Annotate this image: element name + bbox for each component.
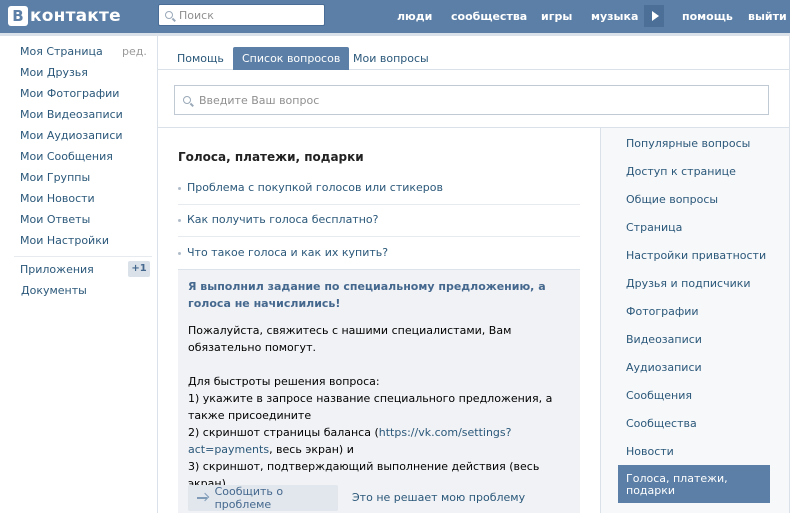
apps-badge[interactable]: +1 [128, 261, 150, 277]
answer-title[interactable]: Я выполнил задание по специальному предл… [188, 278, 568, 312]
play-icon[interactable] [644, 5, 664, 27]
sidebar-item-apps[interactable]: Приложения [20, 263, 94, 276]
left-sidebar: Моя Страница ред. Мои Друзья Мои Фотогра… [0, 36, 157, 513]
right-category-nav: Популярные вопросы Доступ к странице Общ… [600, 128, 789, 513]
sidebar-item-answers[interactable]: Мои Ответы [20, 213, 90, 226]
nav-help[interactable]: помощь [682, 10, 733, 23]
category-page-access[interactable]: Доступ к странице [626, 165, 736, 178]
category-audio[interactable]: Аудиозаписи [626, 361, 702, 374]
category-friends[interactable]: Друзья и подписчики [626, 277, 751, 290]
question-text: Как получить голоса бесплатно? [187, 213, 379, 226]
answer-step-1: 1) укажите в запросе название специально… [188, 392, 556, 422]
top-header: В контакте Поиск люди сообщества игры му… [0, 0, 790, 36]
question-text: Что такое голоса и как их купить? [187, 246, 389, 259]
category-news[interactable]: Новости [626, 445, 674, 458]
section-title: Голоса, платежи, подарки [178, 150, 364, 164]
category-privacy[interactable]: Настройки приватности [626, 249, 766, 262]
category-videos[interactable]: Видеозаписи [626, 333, 702, 346]
sidebar-divider [14, 256, 152, 257]
answer-step-2-suffix: , весь экран) и [269, 443, 354, 456]
sidebar-item-my-page[interactable]: Моя Страница [20, 45, 103, 58]
sidebar-item-documents[interactable]: Документы [21, 284, 87, 297]
answer-intro: Пожалуйста, свяжитесь с нашими специалис… [188, 324, 515, 354]
sidebar-item-groups[interactable]: Мои Группы [20, 171, 90, 184]
report-problem-button[interactable]: Сообщить о проблеме [188, 485, 338, 511]
sidebar-item-audio[interactable]: Мои Аудиозаписи [20, 129, 123, 142]
bullet-icon [178, 186, 181, 190]
category-popular[interactable]: Популярные вопросы [626, 137, 750, 150]
question-link[interactable]: Проблема с покупкой голосов или стикеров [178, 181, 580, 194]
question-link[interactable]: Что такое голоса и как их купить? [178, 246, 580, 259]
main-content: Голоса, платежи, подарки Проблема с поку… [158, 128, 600, 513]
arrow-right-icon [197, 497, 207, 499]
nav-logout[interactable]: выйти [748, 10, 787, 23]
vk-logo[interactable]: В контакте [8, 4, 121, 28]
report-button-label: Сообщить о проблеме [214, 485, 284, 511]
answer-body: Пожалуйста, свяжитесь с нашими специалис… [188, 322, 568, 492]
edit-link[interactable]: ред. [122, 45, 147, 58]
question-placeholder: Введите Ваш вопрос [199, 93, 320, 107]
sidebar-item-friends[interactable]: Мои Друзья [20, 66, 88, 79]
expanded-answer: Я выполнил задание по специальному предл… [178, 269, 580, 513]
nav-people[interactable]: люди [397, 10, 432, 23]
nav-communities[interactable]: сообщества [451, 10, 527, 23]
category-communities[interactable]: Сообщества [626, 417, 697, 430]
logo-text: контакте [30, 6, 121, 26]
bullet-icon [178, 251, 181, 255]
tab-question-list[interactable]: Список вопросов [233, 47, 350, 70]
category-general[interactable]: Общие вопросы [626, 193, 718, 206]
question-search-input[interactable]: Введите Ваш вопрос [174, 85, 769, 115]
category-photos[interactable]: Фотографии [626, 305, 699, 318]
not-resolved-link[interactable]: Это не решает мою проблему [352, 491, 525, 504]
category-messages[interactable]: Сообщения [626, 389, 692, 402]
sidebar-item-photos[interactable]: Мои Фотографии [20, 87, 119, 100]
question-text: Проблема с покупкой голосов или стикеров [187, 181, 443, 194]
logo-letter: В [8, 6, 28, 26]
answer-steps-heading: Для быстроты решения вопроса: [188, 375, 380, 388]
question-divider [178, 204, 580, 205]
tab-my-questions[interactable]: Мои вопросы [344, 47, 438, 70]
search-icon [165, 11, 173, 19]
sidebar-item-messages[interactable]: Мои Сообщения [20, 150, 113, 163]
nav-games[interactable]: игры [541, 10, 572, 23]
category-page[interactable]: Страница [626, 221, 682, 234]
search-icon [183, 96, 191, 104]
bullet-icon [178, 218, 181, 222]
nav-music[interactable]: музыка [591, 10, 638, 23]
search-input[interactable]: Поиск [158, 4, 325, 26]
sidebar-item-news[interactable]: Мои Новости [20, 192, 95, 205]
sidebar-item-videos[interactable]: Мои Видеозаписи [20, 108, 123, 121]
question-divider [178, 236, 580, 237]
sidebar-item-settings[interactable]: Мои Настройки [20, 234, 109, 247]
question-link[interactable]: Как получить голоса бесплатно? [178, 213, 580, 226]
tab-help[interactable]: Помощь [168, 47, 233, 70]
search-placeholder: Поиск [179, 8, 214, 22]
help-tabs: Помощь Список вопросов Мои вопросы [158, 36, 789, 70]
answer-step-2-prefix: 2) скриншот страницы баланса ( [188, 426, 379, 439]
category-votes-payments-gifts[interactable]: Голоса, платежи, подарки [618, 465, 770, 503]
